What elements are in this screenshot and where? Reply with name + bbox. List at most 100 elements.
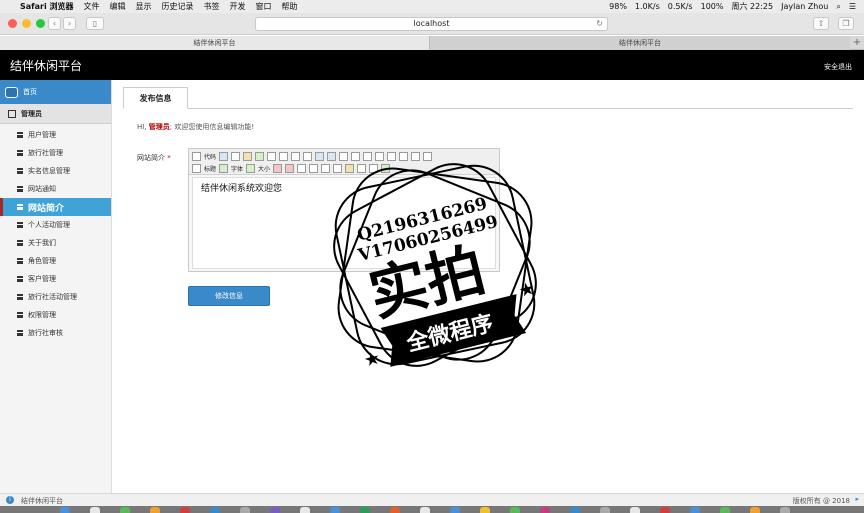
menu-bookmarks[interactable]: 书签: [204, 1, 220, 12]
dock-app-icon[interactable]: [120, 507, 130, 513]
close-window-button[interactable]: [8, 19, 17, 28]
sidebar-item-label: 网站通知: [28, 185, 56, 193]
find-icon[interactable]: [219, 151, 229, 161]
heading-button[interactable]: 标题: [204, 164, 216, 173]
font-size-button[interactable]: 大小: [258, 164, 270, 173]
dock-app-icon[interactable]: [270, 507, 280, 513]
code-button[interactable]: 代码: [204, 152, 216, 161]
field-label-site-intro: 网站简介 *: [137, 153, 171, 163]
browser-tab-2[interactable]: 结伴休闲平台: [430, 36, 850, 50]
forward-button[interactable]: ›: [63, 17, 76, 30]
menu-app-name[interactable]: Safari 浏览器: [20, 1, 74, 12]
source-code-icon[interactable]: [192, 151, 201, 161]
dock-app-icon[interactable]: [450, 507, 460, 513]
dock-app-icon[interactable]: [480, 507, 490, 513]
dock-app-icon[interactable]: [90, 507, 100, 513]
sidebar-group-label: 管理员: [21, 109, 42, 118]
replace-icon[interactable]: [231, 151, 241, 161]
list-icon: [17, 312, 23, 318]
dock-app-icon[interactable]: [150, 507, 160, 513]
menu-edit[interactable]: 编辑: [110, 1, 126, 12]
zoom-window-button[interactable]: [36, 19, 45, 28]
sidebar-group-admin[interactable]: 管理员: [0, 104, 111, 124]
background-color-icon[interactable]: [285, 163, 295, 173]
menu-history[interactable]: 历史记录: [162, 1, 194, 12]
cut-icon[interactable]: [279, 151, 289, 161]
sidebar-item-realname-management[interactable]: 实名信息管理: [0, 162, 111, 180]
user-name[interactable]: Jaylan Zhou: [781, 2, 828, 11]
address-bar[interactable]: localhost ↻: [255, 17, 608, 31]
sidebar-item-site-notice[interactable]: 网站通知: [0, 180, 111, 198]
dock-app-icon[interactable]: [180, 507, 190, 513]
print-icon[interactable]: [267, 151, 277, 161]
sidebar-item-permission-management[interactable]: 权限管理: [0, 306, 111, 324]
sidebar-item-site-intro[interactable]: 网站简介: [0, 198, 111, 216]
sidebar-item-customer-management[interactable]: 客户管理: [0, 270, 111, 288]
update-info-button[interactable]: 修改信息: [188, 286, 270, 306]
share-icon[interactable]: ⇧: [813, 17, 829, 30]
copy-icon[interactable]: [291, 151, 301, 161]
sidebar-item-agency-review[interactable]: 旅行社审核: [0, 324, 111, 342]
text-color-icon[interactable]: [273, 163, 283, 173]
dock-app-icon[interactable]: [720, 507, 730, 513]
dock-app-icon[interactable]: [390, 507, 400, 513]
sidebar-item-about-us[interactable]: 关于我们: [0, 234, 111, 252]
logout-link[interactable]: 安全退出: [824, 62, 852, 72]
dock-app-icon[interactable]: [240, 507, 250, 513]
arrow-right-icon[interactable]: ▸: [855, 495, 859, 503]
sidebar-item-agency-management[interactable]: 旅行社管理: [0, 144, 111, 162]
menu-develop[interactable]: 开发: [230, 1, 246, 12]
font-button[interactable]: 字体: [231, 164, 243, 173]
font-icon[interactable]: [219, 163, 229, 173]
greeting: HI, 管理员; 欢迎您使用信息编辑功能!: [137, 122, 254, 132]
menu-list-icon[interactable]: ☰: [849, 2, 856, 11]
dock-app-icon[interactable]: [750, 507, 760, 513]
dock-app-icon[interactable]: [210, 507, 220, 513]
menu-file[interactable]: 文件: [84, 1, 100, 12]
dock-app-icon[interactable]: [420, 507, 430, 513]
dock-app-icon[interactable]: [660, 507, 670, 513]
dock-app-icon[interactable]: [570, 507, 580, 513]
sidebar-item-user-management[interactable]: 用户管理: [0, 126, 111, 144]
dock-app-icon[interactable]: [510, 507, 520, 513]
tab-publish-info[interactable]: 发布信息: [123, 87, 188, 109]
dock-app-icon[interactable]: [600, 507, 610, 513]
sidebar-item-label: 旅行社活动管理: [28, 293, 77, 301]
dock-app-icon[interactable]: [540, 507, 550, 513]
greeting-suffix: ; 欢迎您使用信息编辑功能!: [169, 123, 255, 131]
dock-app-icon[interactable]: [300, 507, 310, 513]
sidebar-toggle-icon[interactable]: ▯: [86, 17, 104, 30]
dock-app-icon[interactable]: [630, 507, 640, 513]
menu-window[interactable]: 窗口: [256, 1, 272, 12]
tabs-overview-icon[interactable]: ❐: [838, 17, 854, 30]
undo-icon[interactable]: [243, 151, 253, 161]
dock-app-icon[interactable]: [690, 507, 700, 513]
browser-tab-1[interactable]: 结伴休闲平台: [0, 36, 430, 50]
star-icon: ★: [516, 278, 537, 302]
dock-app-icon[interactable]: [780, 507, 790, 513]
browser-tab-bar: 结伴休闲平台 结伴休闲平台 +: [0, 36, 864, 50]
sidebar-item-role-management[interactable]: 角色管理: [0, 252, 111, 270]
dock-app-icon[interactable]: [330, 507, 340, 513]
sidebar-item-personal-activity[interactable]: 个人活动管理: [0, 216, 111, 234]
sidebar-home[interactable]: 首页: [0, 80, 111, 104]
new-tab-icon[interactable]: +: [850, 36, 864, 50]
heading-icon[interactable]: [192, 163, 201, 173]
font-size-icon[interactable]: [246, 163, 256, 173]
list-icon: [17, 168, 23, 174]
menu-view[interactable]: 显示: [136, 1, 152, 12]
minimize-window-button[interactable]: [22, 19, 31, 28]
menu-help[interactable]: 帮助: [282, 1, 298, 12]
reload-icon[interactable]: ↻: [596, 18, 603, 30]
dock-app-icon[interactable]: [60, 507, 70, 513]
back-button[interactable]: ‹: [48, 17, 61, 30]
clock[interactable]: 周六 22:25: [731, 1, 773, 12]
greeting-prefix: HI,: [137, 123, 147, 131]
dock-app-icon[interactable]: [360, 507, 370, 513]
cloud-icon: [5, 86, 18, 98]
sidebar-item-agency-activity[interactable]: 旅行社活动管理: [0, 288, 111, 306]
redo-icon[interactable]: [255, 151, 265, 161]
search-icon[interactable]: ⌕: [836, 2, 840, 12]
sidebar-item-label: 个人活动管理: [28, 221, 70, 229]
sidebar-item-label: 网站简介: [28, 203, 65, 214]
